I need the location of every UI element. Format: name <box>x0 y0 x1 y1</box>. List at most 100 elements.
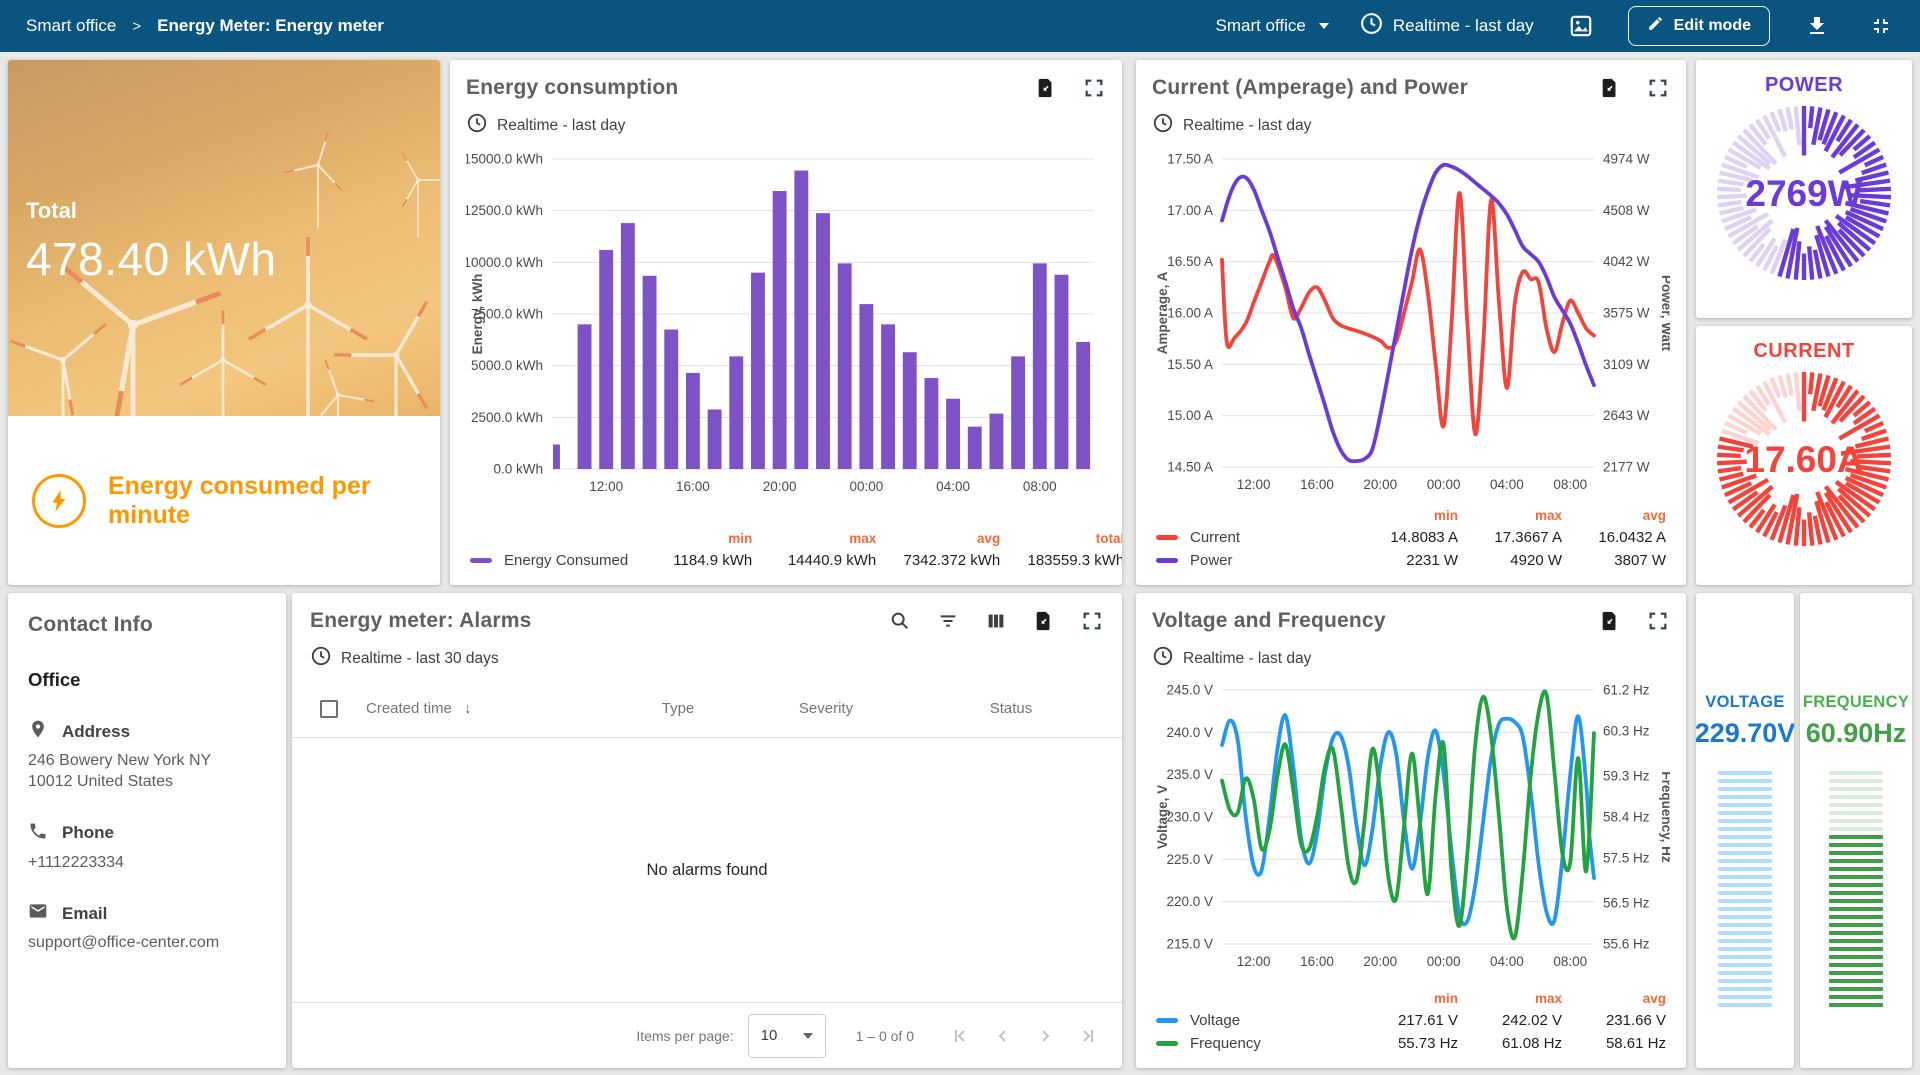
gauge-stripe <box>1829 803 1883 807</box>
select-all-checkbox[interactable] <box>320 700 338 718</box>
gauge-stripe <box>1718 923 1772 927</box>
svg-text:58.4 Hz: 58.4 Hz <box>1603 810 1650 825</box>
edit-mode-button[interactable]: Edit mode <box>1628 6 1770 46</box>
legend-stat-value: 61.08 Hz <box>1458 1035 1562 1052</box>
column-severity[interactable]: Severity <box>752 700 900 717</box>
legend-swatch <box>470 558 492 563</box>
timewindow-button[interactable]: Realtime - last day <box>1359 11 1534 41</box>
gauge-stripe <box>1718 795 1772 799</box>
legend-series-name[interactable]: Frequency <box>1188 1035 1261 1052</box>
gauge-stripe <box>1718 875 1772 879</box>
fullscreen-icon[interactable] <box>1080 609 1104 633</box>
svg-text:00:00: 00:00 <box>1427 954 1461 969</box>
items-per-page-select[interactable]: 10 <box>748 1014 826 1058</box>
legend-series-name[interactable]: Current <box>1188 529 1240 546</box>
gauge-stripe <box>1829 827 1883 831</box>
next-page-button[interactable] <box>1024 1015 1066 1057</box>
gauge-title: CURRENT <box>1753 340 1854 363</box>
column-created-time[interactable]: Created time ↓ <box>366 700 604 717</box>
current-power-legend: minmaxavgCurrent14.8083 A17.3667 A16.043… <box>1152 502 1670 575</box>
svg-text:17.50 A: 17.50 A <box>1167 152 1213 167</box>
legend-series-name[interactable]: Power <box>1188 552 1240 569</box>
svg-text:2500.0 kWh: 2500.0 kWh <box>471 410 543 425</box>
contact-value: support@office-center.com <box>28 933 266 954</box>
clock-icon <box>310 645 332 672</box>
svg-text:12500.0 kWh: 12500.0 kWh <box>466 203 543 218</box>
search-icon[interactable] <box>888 609 912 633</box>
export-data-icon[interactable] <box>1598 76 1622 100</box>
energy-per-minute-row: Energy consumed per minute <box>8 416 440 585</box>
contact-label: Address <box>62 722 130 742</box>
legend-stat-label: min <box>628 531 752 546</box>
alarms-paginator: Items per page: 10 1 – 0 of 0 <box>292 1002 1122 1068</box>
gauge-stripe <box>1718 947 1772 951</box>
gauge-stripe <box>1829 931 1883 935</box>
alarms-card: Energy meter: Alarms <box>292 593 1122 1068</box>
previous-page-button[interactable] <box>982 1015 1024 1057</box>
legend-series-name[interactable]: Voltage <box>1188 1012 1261 1029</box>
gauge-stripe <box>1718 995 1772 999</box>
column-status[interactable]: Status <box>900 700 1122 717</box>
legend-stat-label: max <box>1458 508 1562 523</box>
gauge-stripe <box>1829 1003 1883 1007</box>
columns-icon[interactable] <box>984 609 1008 633</box>
export-data-icon[interactable] <box>1598 609 1622 633</box>
timewindow-row[interactable]: Realtime - last day <box>466 112 1106 139</box>
dashboard-select-label: Smart office <box>1215 16 1305 36</box>
gauge-stripe <box>1829 851 1883 855</box>
timewindow-row[interactable]: Realtime - last day <box>1152 645 1670 672</box>
column-type[interactable]: Type <box>604 700 752 717</box>
gauge-stripe <box>1718 979 1772 983</box>
gauge-stripe <box>1718 779 1772 783</box>
gauge-stripe <box>1718 827 1772 831</box>
voltage-frequency-line-chart: 215.0 V220.0 V225.0 V230.0 V235.0 V240.0… <box>1152 678 1670 974</box>
legend-series-name[interactable]: Energy Consumed <box>502 552 628 569</box>
filter-icon[interactable] <box>936 609 960 633</box>
current-power-card: Current (Amperage) and Power <box>1136 60 1686 585</box>
svg-text:55.6 Hz: 55.6 Hz <box>1603 937 1650 952</box>
svg-text:2177 W: 2177 W <box>1603 460 1650 475</box>
fullscreen-icon[interactable] <box>1646 609 1670 633</box>
export-data-icon[interactable] <box>1032 609 1056 633</box>
svg-text:60.3 Hz: 60.3 Hz <box>1603 723 1650 738</box>
fullscreen-icon[interactable] <box>1646 76 1670 100</box>
svg-text:225.0 V: 225.0 V <box>1166 852 1213 867</box>
legend-stat-value: 55.73 Hz <box>1354 1035 1458 1052</box>
svg-text:08:00: 08:00 <box>1553 477 1587 492</box>
svg-text:240.0 V: 240.0 V <box>1166 725 1213 740</box>
gauge-stripe <box>1829 787 1883 791</box>
legend-swatch <box>1156 1018 1178 1023</box>
export-data-icon[interactable] <box>1034 76 1058 100</box>
download-icon[interactable] <box>1800 9 1834 43</box>
timewindow-row[interactable]: Realtime - last 30 days <box>292 645 1122 672</box>
svg-text:2769W: 2769W <box>1745 173 1862 214</box>
top-navbar: Smart office > Energy Meter: Energy mete… <box>0 0 1920 52</box>
items-per-page-label: Items per page: <box>636 1028 733 1044</box>
first-page-button[interactable] <box>940 1015 982 1057</box>
gauge-stripe <box>1829 899 1883 903</box>
gauge-stripe <box>1718 835 1772 839</box>
last-page-button[interactable] <box>1066 1015 1108 1057</box>
svg-text:04:00: 04:00 <box>1490 954 1524 969</box>
gauge-stripe <box>1718 883 1772 887</box>
chevron-down-icon <box>803 1033 813 1039</box>
legend-stat-value: 7342.372 kWh <box>876 552 1000 569</box>
timewindow-row[interactable]: Realtime - last day <box>1152 112 1670 139</box>
svg-text:15.00 A: 15.00 A <box>1167 408 1213 423</box>
dashboard-image-icon[interactable] <box>1564 9 1598 43</box>
fullscreen-icon[interactable] <box>1082 76 1106 100</box>
svg-text:4508 W: 4508 W <box>1603 203 1650 218</box>
gauge-stripe <box>1829 995 1883 999</box>
svg-text:230.0 V: 230.0 V <box>1166 810 1213 825</box>
dashboard-select[interactable]: Smart office <box>1215 16 1328 36</box>
contact-value: 246 Bowery New York NY <box>28 751 266 772</box>
legend-stat-value: 231.66 V <box>1562 1012 1666 1029</box>
gauge-stripe <box>1829 843 1883 847</box>
svg-text:Frequency, Hz: Frequency, Hz <box>1659 771 1670 863</box>
fullscreen-exit-icon[interactable] <box>1864 9 1898 43</box>
no-alarms-message: No alarms found <box>292 738 1122 1002</box>
energy-consumption-card: Energy consumption <box>450 60 1122 585</box>
breadcrumb-root[interactable]: Smart office <box>26 16 116 36</box>
contact-label: Email <box>62 904 107 924</box>
legend-stat-value: 3807 W <box>1562 552 1666 569</box>
